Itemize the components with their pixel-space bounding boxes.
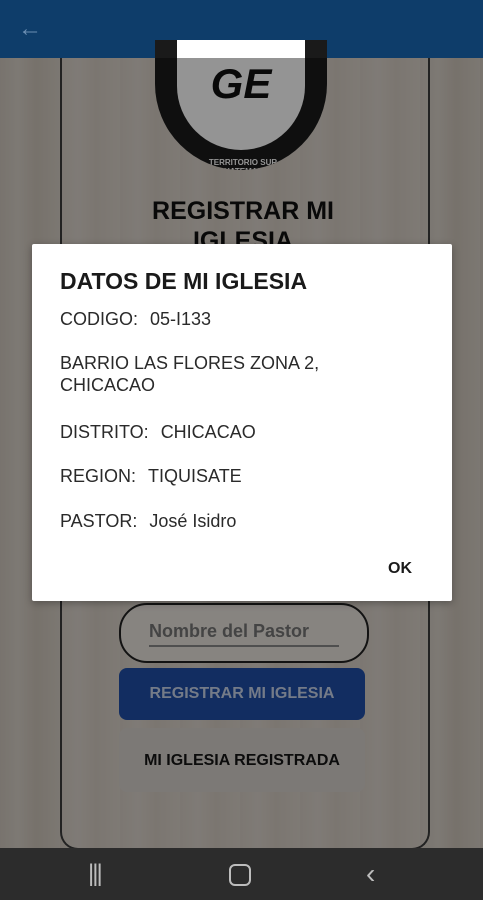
- region-label: REGION:: [60, 466, 137, 486]
- recents-icon[interactable]: |||: [88, 860, 103, 888]
- codigo-value: 05-I133: [150, 309, 212, 329]
- region-row: REGION: TIQUISATE: [60, 465, 242, 487]
- ok-button[interactable]: OK: [388, 560, 412, 578]
- distrito-label: DISTRITO:: [60, 422, 149, 442]
- back-chevron-icon[interactable]: ‹: [366, 858, 375, 890]
- address-line2: CHICACAO: [60, 375, 156, 395]
- address-line1: BARRIO LAS FLORES ZONA 2,: [60, 353, 320, 373]
- distrito-value: CHICACAO: [160, 422, 256, 442]
- codigo-label: CODIGO:: [60, 309, 139, 329]
- codigo-row: CODIGO: 05-I133: [60, 308, 211, 330]
- region-value: TIQUISATE: [148, 466, 242, 486]
- dialog-title: DATOS DE MI IGLESIA: [60, 268, 308, 294]
- arrow-left-icon[interactable]: ←: [18, 14, 48, 44]
- pastor-row: PASTOR: José Isidro: [60, 510, 236, 532]
- pastor-value: José Isidro: [149, 511, 237, 531]
- address-row: BARRIO LAS FLORES ZONA 2, CHICACAO: [60, 352, 319, 396]
- pastor-label: PASTOR:: [60, 511, 138, 531]
- distrito-row: DISTRITO: CHICACAO: [60, 421, 256, 443]
- system-nav-bar: ||| ‹: [0, 848, 483, 900]
- home-icon[interactable]: [229, 864, 251, 886]
- church-info-dialog: DATOS DE MI IGLESIA CODIGO: 05-I133 BARRI…: [32, 244, 452, 601]
